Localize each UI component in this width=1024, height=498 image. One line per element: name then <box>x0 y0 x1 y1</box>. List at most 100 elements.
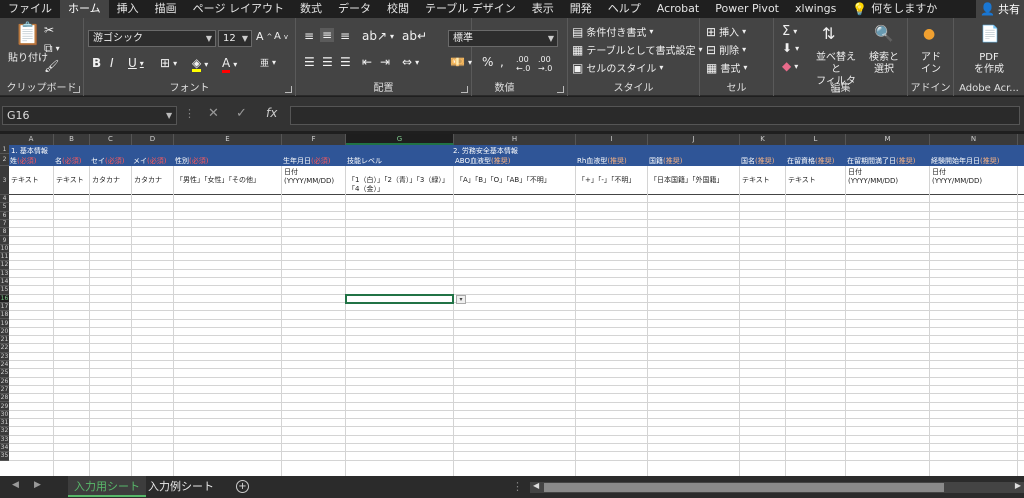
format-description-cell[interactable]: 「日本国籍」「外国籍」 <box>648 166 740 195</box>
column-title-cell[interactable]: 技能レベル <box>346 156 454 166</box>
column-header[interactable]: H <box>454 134 576 145</box>
scroll-thumb[interactable] <box>544 483 944 492</box>
active-cell[interactable] <box>345 293 454 304</box>
sheet-tab-input[interactable]: 入力用シート <box>68 476 146 497</box>
find-select-button[interactable]: 検索と 選択 <box>864 52 904 76</box>
wrap-text-button[interactable]: ab↵ <box>402 30 427 42</box>
row-header[interactable]: 6 <box>0 212 9 220</box>
fill-button[interactable]: ⬇ ▾ <box>782 42 799 54</box>
row-header[interactable]: 23 <box>0 353 9 361</box>
column-header[interactable]: A <box>9 134 54 145</box>
tab-developer[interactable]: 開発 <box>562 0 600 18</box>
phonetic-button[interactable]: 亜 ▾ <box>260 56 276 69</box>
align-left-button[interactable]: ☰ <box>304 56 315 68</box>
format-painter-button[interactable]: 🖌 <box>44 60 59 72</box>
column-header[interactable]: M <box>846 134 930 145</box>
row-header[interactable]: 9 <box>0 237 9 245</box>
scroll-left-icon[interactable]: ◀ <box>533 481 539 490</box>
cut-button[interactable]: ✂ <box>44 24 54 36</box>
italic-button[interactable]: I <box>110 56 114 70</box>
insert-cells-button[interactable]: ⊞ 挿入 ▾ <box>706 24 746 40</box>
tab-home[interactable]: ホーム <box>60 0 109 18</box>
row-header[interactable]: 16 <box>0 294 9 303</box>
row-header[interactable]: 31 <box>0 419 9 428</box>
row-header[interactable]: 22 <box>0 344 9 353</box>
row-header[interactable]: 33 <box>0 436 9 444</box>
row-header[interactable]: 21 <box>0 336 9 345</box>
borders-button[interactable]: ⊞ ▾ <box>160 57 177 69</box>
format-cells-button[interactable]: ▦ 書式 ▾ <box>706 60 747 76</box>
column-title-cell[interactable]: 経験開始年月日(推奨) <box>930 156 1018 166</box>
column-title-cell[interactable]: 国籍(推奨) <box>648 156 740 166</box>
tab-data[interactable]: データ <box>330 0 379 18</box>
tell-me-search[interactable]: 💡 何をしますか <box>844 0 945 18</box>
percent-button[interactable]: % <box>482 55 493 69</box>
addins-button[interactable]: アド イン <box>908 52 954 76</box>
column-header[interactable]: J <box>648 134 740 145</box>
row-header[interactable]: 28 <box>0 394 9 403</box>
row-header[interactable]: 8 <box>0 228 9 237</box>
tab-help[interactable]: ヘルプ <box>600 0 649 18</box>
column-title-cell[interactable]: メイ(必須) <box>132 156 174 166</box>
column-title-cell[interactable]: 在留資格(推奨) <box>786 156 846 166</box>
tab-page-layout[interactable]: ページ レイアウト <box>185 0 292 18</box>
insert-function-icon[interactable]: fx <box>266 106 277 120</box>
prev-sheet-icon[interactable]: ◀ <box>12 480 19 490</box>
column-header[interactable]: E <box>174 134 282 145</box>
column-header[interactable]: D <box>132 134 174 145</box>
fill-color-button[interactable]: ◈ ▾ <box>192 57 208 72</box>
tab-file[interactable]: ファイル <box>0 0 60 18</box>
row-header[interactable]: 35 <box>0 452 9 461</box>
bold-button[interactable]: B <box>92 56 101 70</box>
decrease-indent-button[interactable]: ⇤ <box>362 56 372 68</box>
shrink-font-button[interactable]: Av <box>274 31 288 42</box>
row-header[interactable]: 30 <box>0 411 9 420</box>
copy-button[interactable]: ⧉ ▾ <box>44 42 60 54</box>
create-pdf-button[interactable]: PDF を作成 <box>954 52 1024 76</box>
tab-table-design[interactable]: テーブル デザイン <box>417 0 524 18</box>
sheet-tab-example[interactable]: 入力例シート <box>142 476 220 497</box>
row-header[interactable]: 11 <box>0 253 9 262</box>
format-description-cell[interactable]: カタカナ <box>90 166 132 195</box>
column-title-cell[interactable]: セイ(必須) <box>90 156 132 166</box>
format-description-cell[interactable]: テキスト <box>786 166 846 195</box>
column-title-cell[interactable]: ABO血液型(推奨) <box>454 156 576 166</box>
decrease-decimal-button[interactable]: .00 →.0 <box>538 55 552 73</box>
increase-decimal-button[interactable]: .00 ←.0 <box>516 55 530 73</box>
align-bottom-button[interactable]: ≡ <box>340 30 350 42</box>
format-description-cell[interactable]: 「A」「B」「O」「AB」「不明」 <box>454 166 576 195</box>
autosum-button[interactable]: Σ ▾ <box>782 24 797 39</box>
paste-button[interactable]: 📋 貼り付け <box>8 24 48 65</box>
row-header[interactable]: 17 <box>0 303 9 312</box>
font-color-button[interactable]: A ▾ <box>222 56 237 73</box>
number-launcher-icon[interactable] <box>557 86 564 93</box>
row-header[interactable]: 10 <box>0 245 9 254</box>
row-header[interactable]: 2 <box>0 154 9 166</box>
next-sheet-icon[interactable]: ▶ <box>34 480 41 490</box>
column-title-cell[interactable]: Rh血液型(推奨) <box>576 156 648 166</box>
name-box[interactable]: G16 <box>2 106 177 125</box>
column-header[interactable]: C <box>90 134 132 145</box>
merge-center-button[interactable]: ⇔ ▾ <box>402 56 419 68</box>
row-header[interactable]: 26 <box>0 378 9 386</box>
column-title-cell[interactable]: 生年月日(必須) <box>282 156 346 166</box>
enter-icon[interactable]: ✓ <box>236 106 247 121</box>
format-description-cell[interactable]: 「1（白）」「2（青）」「3（緑）」「4（金）」 <box>346 166 454 195</box>
orientation-button[interactable]: ab↗ ▾ <box>362 30 394 42</box>
row-header[interactable]: 25 <box>0 369 9 378</box>
row-header[interactable]: 4 <box>0 195 9 204</box>
cell-styles-button[interactable]: ▣ セルのスタイル ▾ <box>572 60 663 76</box>
font-size-select[interactable]: 12 ▼ <box>218 30 252 47</box>
row-header[interactable]: 13 <box>0 270 9 278</box>
horizontal-scrollbar[interactable]: ◀ ▶ <box>530 481 1024 493</box>
row-header[interactable]: 3 <box>0 166 9 195</box>
row-header[interactable]: 32 <box>0 427 9 436</box>
clipboard-launcher-icon[interactable] <box>73 86 80 93</box>
align-top-button[interactable]: ≡ <box>304 30 314 42</box>
row-header[interactable]: 12 <box>0 261 9 270</box>
accounting-format-button[interactable]: 💴 ▾ <box>450 56 472 68</box>
row-header[interactable]: 14 <box>0 278 9 287</box>
cell-dropdown-button[interactable]: ▾ <box>456 294 466 304</box>
number-format-select[interactable]: 標準 ▼ <box>448 30 558 47</box>
column-header[interactable]: N <box>930 134 1018 145</box>
